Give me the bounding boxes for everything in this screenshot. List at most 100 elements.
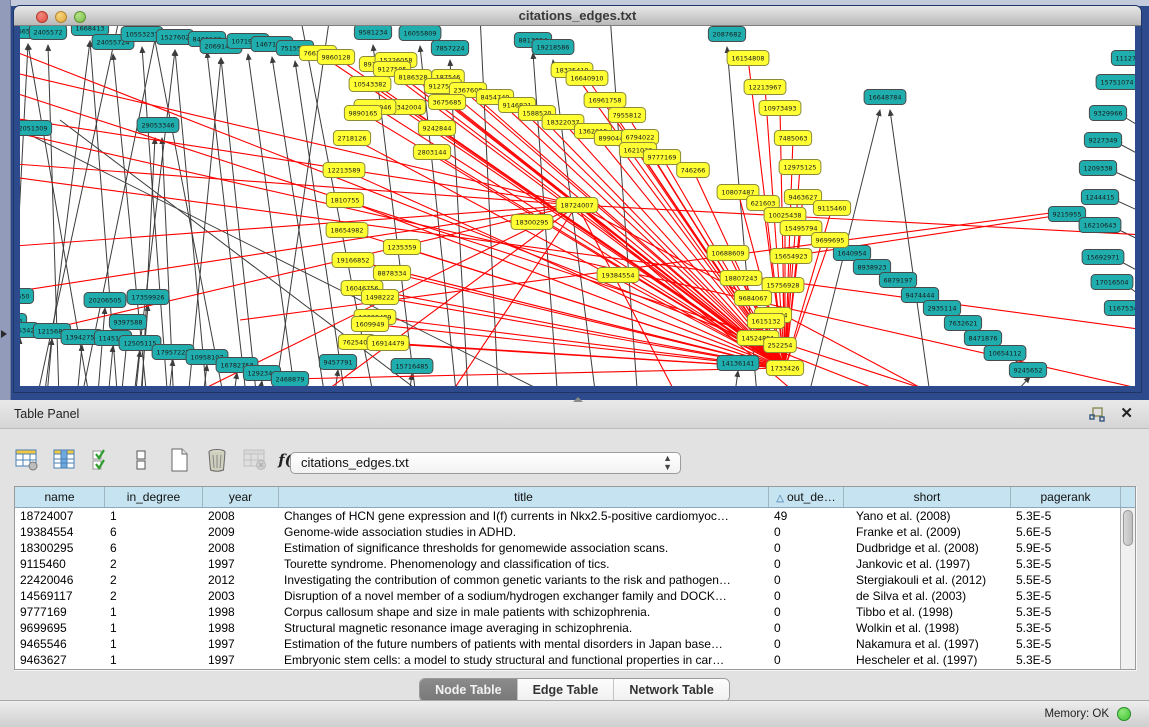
table-cell[interactable]: Embryonic stem cells: a model to study s…: [279, 652, 769, 668]
graph-node[interactable]: 14136141: [717, 356, 759, 371]
graph-node[interactable]: 16055809: [399, 26, 441, 41]
table-cell[interactable]: 1998: [203, 604, 279, 620]
column-header-short[interactable]: short: [844, 487, 1011, 507]
graph-node[interactable]: 17359926: [127, 290, 169, 305]
table-cell[interactable]: Wolkin et al. (1998): [844, 620, 1011, 636]
graph-node[interactable]: 17016504: [1091, 275, 1133, 290]
graph-node[interactable]: 2718126: [333, 131, 370, 146]
tab-edge-table[interactable]: Edge Table: [518, 679, 615, 701]
table-selector-dropdown[interactable]: citations_edges.txt ▲▼: [290, 452, 681, 474]
table-row[interactable]: 1830029562008Estimation of significance …: [15, 540, 1135, 556]
table-cell[interactable]: 5.3E-5: [1011, 588, 1121, 604]
graph-node[interactable]: 16648784: [864, 90, 906, 105]
table-cell[interactable]: Investigating the contribution of common…: [279, 572, 769, 588]
table-cell[interactable]: Hescheler et al. (1997): [844, 652, 1011, 668]
graph-node[interactable]: 18654982: [326, 223, 368, 238]
graph-node[interactable]: 1733426: [766, 361, 803, 376]
table-cell[interactable]: 2003: [203, 588, 279, 604]
graph-node[interactable]: 19384554: [597, 268, 639, 283]
table-cell[interactable]: Nakamura et al. (1997): [844, 636, 1011, 652]
table-cell[interactable]: 1997: [203, 636, 279, 652]
graph-node[interactable]: 9242844: [418, 121, 455, 136]
table-cell[interactable]: 9115460: [15, 556, 105, 572]
column-header-in_degree[interactable]: in_degree: [105, 487, 203, 507]
graph-node[interactable]: 2405572: [29, 26, 66, 40]
graph-node[interactable]: 2468879: [271, 372, 308, 387]
table-cell[interactable]: Jankovic et al. (1997): [844, 556, 1011, 572]
graph-node[interactable]: 9860128: [317, 50, 354, 65]
table-scrollbar[interactable]: [1120, 508, 1135, 669]
graph-node[interactable]: 7485063: [774, 131, 811, 146]
table-cell[interactable]: 0: [769, 556, 844, 572]
graph-node[interactable]: 9684067: [734, 291, 771, 306]
table-cell[interactable]: de Silva et al. (2003): [844, 588, 1011, 604]
table-row[interactable]: 1456911722003Disruption of a novel membe…: [15, 588, 1135, 604]
table-cell[interactable]: Corpus callosum shape and size in male p…: [279, 604, 769, 620]
graph-node[interactable]: 1209338: [1079, 161, 1116, 176]
table-cell[interactable]: 2009: [203, 524, 279, 540]
graph-node[interactable]: 1609949: [351, 317, 388, 332]
graph-node[interactable]: 19166852: [332, 253, 374, 268]
graph-node[interactable]: 18807243: [720, 271, 762, 286]
table-cell[interactable]: 0: [769, 652, 844, 668]
graph-node[interactable]: 16210643: [1079, 218, 1121, 233]
table-cell[interactable]: 49: [769, 508, 844, 524]
table-cell[interactable]: 5.3E-5: [1011, 620, 1121, 636]
table-cell[interactable]: 6: [105, 524, 203, 540]
graph-node[interactable]: 2935114: [923, 301, 960, 316]
network-canvas[interactable]: 1665314240557216684132405572410553237152…: [20, 26, 1135, 386]
table-row[interactable]: 946362711997Embryonic stem cells: a mode…: [15, 652, 1135, 668]
graph-node[interactable]: 20206505: [84, 293, 126, 308]
graph-node[interactable]: 1810755: [326, 193, 363, 208]
close-panel-icon[interactable]: ✕: [1120, 405, 1133, 423]
graph-node[interactable]: 16154808: [727, 51, 769, 66]
splitter-handle-icon[interactable]: [573, 397, 583, 402]
table-cell[interactable]: 1997: [203, 652, 279, 668]
table-row[interactable]: 1938455462009Genome-wide association stu…: [15, 524, 1135, 540]
table-row[interactable]: 946554611997Estimation of the future num…: [15, 636, 1135, 652]
graph-node[interactable]: 1112753: [1111, 51, 1135, 66]
graph-node[interactable]: 1498222: [361, 290, 398, 305]
table-cell[interactable]: Stergiakouli et al. (2012): [844, 572, 1011, 588]
table-row[interactable]: 1872400712008Changes of HCN gene express…: [15, 508, 1135, 524]
graph-node[interactable]: 9890165: [344, 106, 381, 121]
table-cell[interactable]: 2: [105, 572, 203, 588]
graph-node[interactable]: 6879197: [879, 273, 916, 288]
table-cell[interactable]: Dudbridge et al. (2008): [844, 540, 1011, 556]
table-row[interactable]: 977716911998Corpus callosum shape and si…: [15, 604, 1135, 620]
graph-node[interactable]: 8878334: [373, 266, 410, 281]
table-cell[interactable]: 19384554: [15, 524, 105, 540]
table-cell[interactable]: 0: [769, 620, 844, 636]
table-cell[interactable]: Estimation of the future numbers of pati…: [279, 636, 769, 652]
network-window-titlebar[interactable]: citations_edges.txt: [14, 6, 1141, 26]
table-cell[interactable]: 1: [105, 508, 203, 524]
column-header-pagerank[interactable]: pagerank: [1011, 487, 1121, 507]
graph-node[interactable]: 15654923: [770, 249, 812, 264]
table-cell[interactable]: Estimation of significance thresholds fo…: [279, 540, 769, 556]
column-header-title[interactable]: title: [279, 487, 769, 507]
graph-node[interactable]: 7955812: [608, 108, 645, 123]
graph-node[interactable]: 9115460: [813, 201, 850, 216]
table-cell[interactable]: 5.6E-5: [1011, 524, 1121, 540]
graph-node[interactable]: 1244415: [1081, 190, 1118, 205]
graph-node[interactable]: 12213967: [744, 80, 786, 95]
graph-node[interactable]: 18724007: [556, 198, 598, 213]
graph-node[interactable]: 16914479: [367, 336, 409, 351]
table-row[interactable]: 2242004622012Investigating the contribut…: [15, 572, 1135, 588]
table-cell[interactable]: 6: [105, 540, 203, 556]
table-cell[interactable]: 2008: [203, 508, 279, 524]
table-cell[interactable]: 5.5E-5: [1011, 572, 1121, 588]
memory-ok-icon[interactable]: [1117, 707, 1131, 721]
graph-node[interactable]: 2803144: [413, 145, 450, 160]
table-cell[interactable]: 2008: [203, 540, 279, 556]
graph-node[interactable]: 2520650: [20, 289, 34, 304]
table-cell[interactable]: Yano et al. (2008): [844, 508, 1011, 524]
column-header-out_de[interactable]: △out_de…: [769, 487, 844, 507]
table-cell[interactable]: 1: [105, 652, 203, 668]
rows-icon[interactable]: [128, 447, 154, 473]
graph-node[interactable]: 19218586: [532, 40, 574, 55]
table-cell[interactable]: Franke et al. (2009): [844, 524, 1011, 540]
graph-node[interactable]: 29053346: [137, 118, 179, 133]
graph-node[interactable]: 9397588: [109, 315, 146, 330]
graph-node[interactable]: 1235359: [383, 240, 420, 255]
